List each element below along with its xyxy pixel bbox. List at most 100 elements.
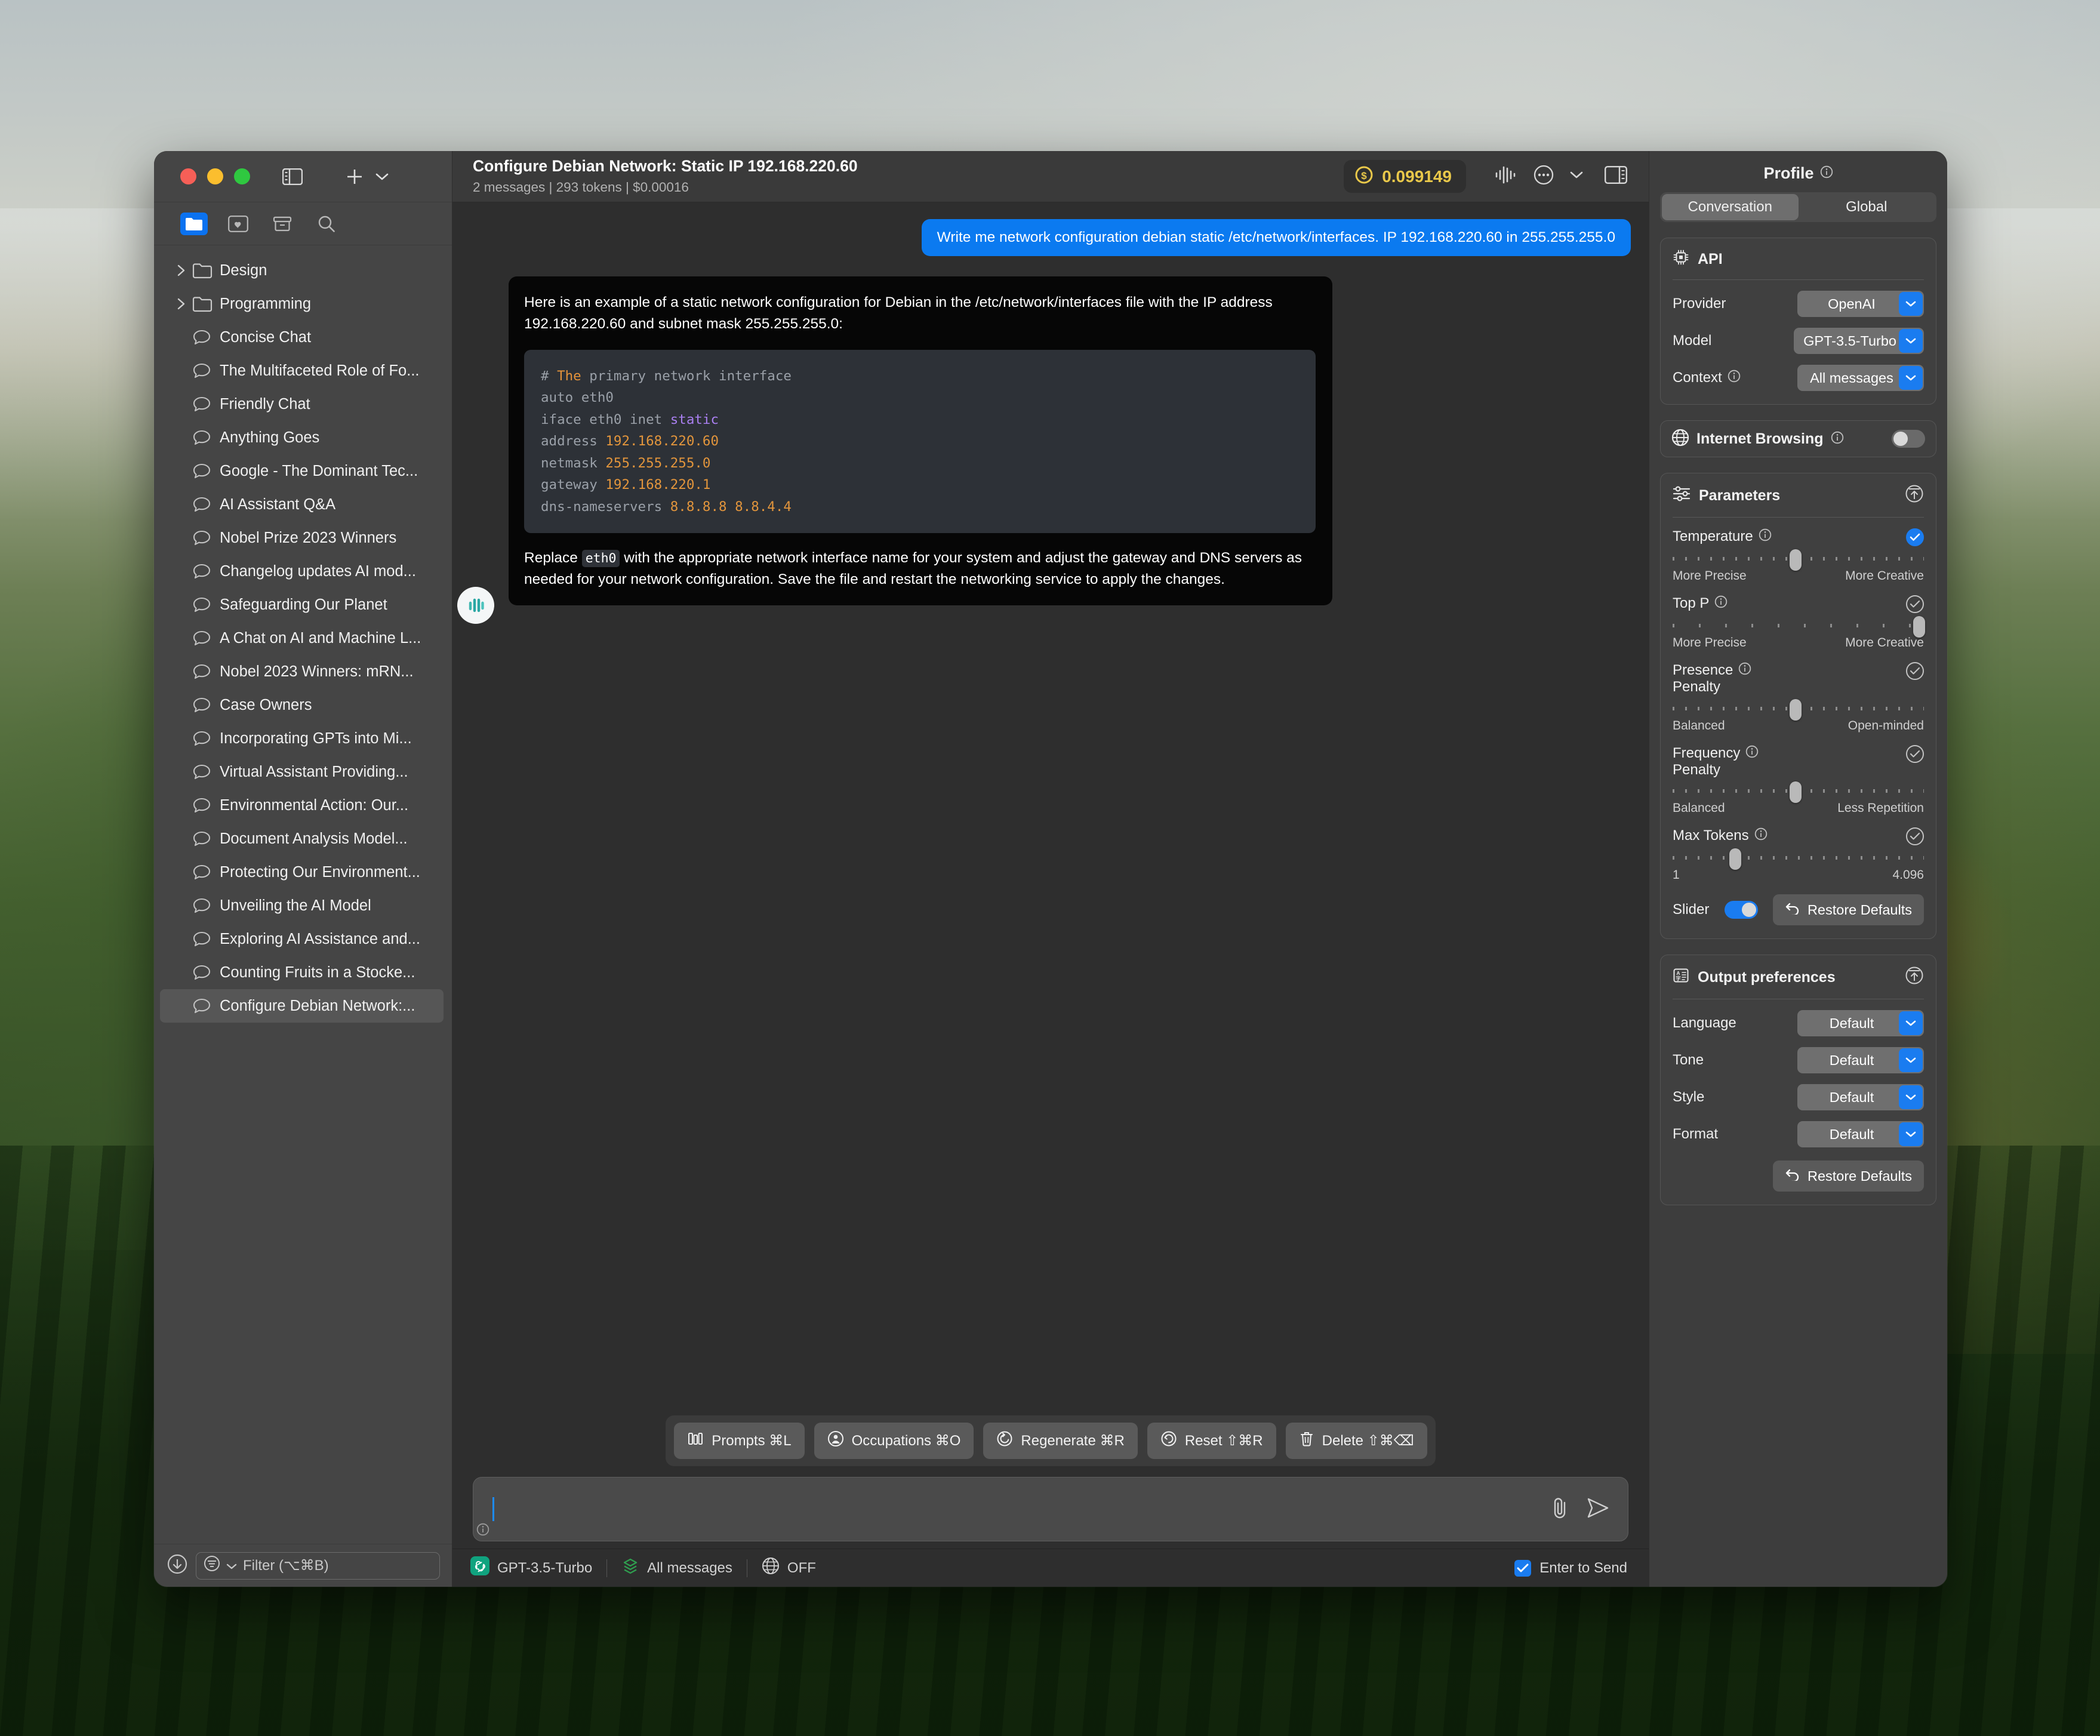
sidebar-item-chat[interactable]: Changelog updates AI mod... — [154, 555, 452, 588]
chevron-down-icon[interactable] — [1570, 171, 1583, 182]
chevron-down-icon[interactable] — [1899, 1122, 1923, 1147]
parameter-slider[interactable] — [1673, 698, 1924, 721]
info-icon[interactable] — [1728, 370, 1741, 387]
slider-handle[interactable] — [1790, 549, 1802, 571]
reset-button[interactable]: Reset ⇧⌘R — [1147, 1423, 1276, 1459]
collapse-icon[interactable] — [1905, 966, 1924, 989]
tab-global[interactable]: Global — [1799, 194, 1935, 220]
sidebar-item-chat[interactable]: Concise Chat — [154, 321, 452, 354]
info-icon[interactable] — [1745, 745, 1759, 762]
sidebar-item-chat[interactable]: Nobel Prize 2023 Winners — [154, 521, 452, 555]
info-icon[interactable] — [1714, 595, 1728, 612]
message-scroll-area[interactable]: Write me network configuration debian st… — [452, 202, 1649, 1411]
profile-scope-tabs[interactable]: Conversation Global — [1660, 192, 1936, 222]
toggle-sidebar-icon[interactable] — [280, 164, 305, 189]
send-icon[interactable] — [1586, 1497, 1610, 1522]
favorites-icon[interactable] — [224, 213, 252, 235]
parameter-enabled-toggle[interactable] — [1906, 595, 1924, 613]
sidebar-item-chat[interactable]: Safeguarding Our Planet — [154, 588, 452, 621]
chevron-down-icon[interactable] — [1899, 329, 1923, 353]
regenerate-button[interactable]: Regenerate ⌘R — [983, 1423, 1138, 1459]
close-button[interactable] — [180, 168, 196, 184]
parameter-enabled-toggle[interactable] — [1906, 528, 1924, 546]
tab-conversation[interactable]: Conversation — [1662, 194, 1799, 220]
select-context[interactable]: All messages — [1797, 365, 1924, 391]
chevron-down-icon[interactable] — [1899, 366, 1923, 390]
cost-badge[interactable]: $ 0.099149 — [1344, 160, 1466, 193]
code-block[interactable]: # The primary network interface auto eth… — [524, 350, 1316, 534]
conversation-list[interactable]: Design Programming Concise Chat The Multifa… — [154, 245, 452, 1544]
slider-handle[interactable] — [1790, 698, 1802, 721]
zoom-button[interactable] — [234, 168, 250, 184]
delete-button[interactable]: Delete ⇧⌘⌫ — [1285, 1423, 1427, 1459]
occupations-button[interactable]: Occupations ⌘O — [814, 1423, 974, 1459]
slider-mode-toggle[interactable] — [1724, 901, 1758, 919]
info-icon[interactable] — [1754, 827, 1768, 845]
download-icon[interactable] — [167, 1554, 187, 1577]
select-language[interactable]: Default — [1797, 1010, 1924, 1037]
filter-list-icon[interactable] — [204, 1555, 220, 1576]
sidebar-item-chat[interactable]: Nobel 2023 Winners: mRN... — [154, 655, 452, 688]
sidebar-item-chat[interactable]: The Multifaceted Role of Fo... — [154, 354, 452, 387]
sidebar-item-chat[interactable]: Protecting Our Environment... — [154, 855, 452, 889]
select-provider[interactable]: OpenAI — [1797, 291, 1924, 317]
internet-browsing-card[interactable]: Internet Browsing — [1660, 420, 1936, 457]
sidebar-item-chat[interactable]: AI Assistant Q&A — [154, 488, 452, 521]
info-icon[interactable] — [1820, 164, 1833, 183]
info-icon[interactable] — [1738, 662, 1751, 679]
slider-handle[interactable] — [1913, 616, 1925, 638]
folder-icon[interactable] — [180, 212, 208, 235]
parameter-slider[interactable] — [1673, 781, 1924, 804]
more-options-icon[interactable] — [1533, 164, 1554, 189]
slider-handle[interactable] — [1790, 781, 1802, 804]
sidebar-item-chat[interactable]: Counting Fruits in a Stocke... — [154, 956, 452, 989]
waveform-icon[interactable] — [1494, 164, 1517, 189]
sidebar-group-design[interactable]: Design — [154, 254, 452, 287]
collapse-icon[interactable] — [1905, 484, 1924, 507]
info-icon[interactable] — [1759, 528, 1772, 546]
enter-to-send-toggle[interactable]: Enter to Send — [1514, 1559, 1627, 1577]
sidebar-item-chat[interactable]: Google - The Dominant Tec... — [154, 454, 452, 488]
archive-icon[interactable] — [269, 213, 296, 235]
parameter-slider[interactable] — [1673, 616, 1925, 638]
parameters-restore-defaults-button[interactable]: Restore Defaults — [1772, 894, 1924, 926]
output-restore-defaults-button[interactable]: Restore Defaults — [1772, 1161, 1924, 1192]
info-icon[interactable] — [1831, 431, 1844, 447]
info-icon[interactable] — [476, 1523, 489, 1539]
select-format[interactable]: Default — [1797, 1121, 1924, 1148]
parameter-enabled-toggle[interactable] — [1906, 827, 1924, 846]
select-style[interactable]: Default — [1797, 1084, 1924, 1111]
parameter-slider[interactable] — [1673, 848, 1924, 870]
chevron-down-icon[interactable] — [1899, 1085, 1923, 1110]
enter-to-send-checkbox[interactable] — [1514, 1559, 1532, 1577]
internet-browsing-toggle[interactable] — [1892, 430, 1925, 448]
parameter-enabled-toggle[interactable] — [1906, 744, 1924, 763]
message-input[interactable] — [473, 1477, 1628, 1541]
sidebar-item-chat[interactable]: Document Analysis Model... — [154, 822, 452, 855]
parameter-slider[interactable] — [1673, 549, 1924, 571]
search-icon[interactable] — [313, 213, 340, 235]
plus-icon[interactable] — [342, 164, 367, 189]
slider-handle[interactable] — [1729, 848, 1742, 870]
sidebar-item-chat[interactable]: A Chat on AI and Machine L... — [154, 621, 452, 655]
toggle-inspector-icon[interactable] — [1605, 166, 1627, 187]
select-tone[interactable]: Default — [1797, 1047, 1924, 1074]
sidebar-item-chat[interactable]: Configure Debian Network:... — [160, 989, 444, 1023]
filter-input[interactable]: Filter (⌥⌘B) — [196, 1552, 440, 1580]
chevron-right-icon[interactable] — [177, 297, 192, 310]
status-browsing[interactable]: OFF — [762, 1557, 816, 1579]
chevron-down-icon[interactable] — [1899, 1011, 1923, 1036]
chevron-down-icon[interactable] — [1899, 1048, 1923, 1073]
sidebar-item-chat[interactable]: Virtual Assistant Providing... — [154, 755, 452, 789]
select-model[interactable]: GPT-3.5-Turbo — [1794, 328, 1924, 354]
sidebar-item-chat[interactable]: Exploring AI Assistance and... — [154, 922, 452, 956]
status-context[interactable]: All messages — [621, 1556, 732, 1580]
sidebar-item-chat[interactable]: Environmental Action: Our... — [154, 789, 452, 822]
sidebar-item-chat[interactable]: Incorporating GPTs into Mi... — [154, 722, 452, 755]
chevron-down-icon[interactable] — [226, 1558, 237, 1574]
sidebar-item-chat[interactable]: Unveiling the AI Model — [154, 889, 452, 922]
chevron-down-icon[interactable] — [1899, 292, 1923, 316]
sidebar-item-chat[interactable]: Anything Goes — [154, 421, 452, 454]
status-model[interactable]: GPT-3.5-Turbo — [470, 1556, 592, 1580]
chevron-down-icon[interactable] — [374, 164, 390, 189]
